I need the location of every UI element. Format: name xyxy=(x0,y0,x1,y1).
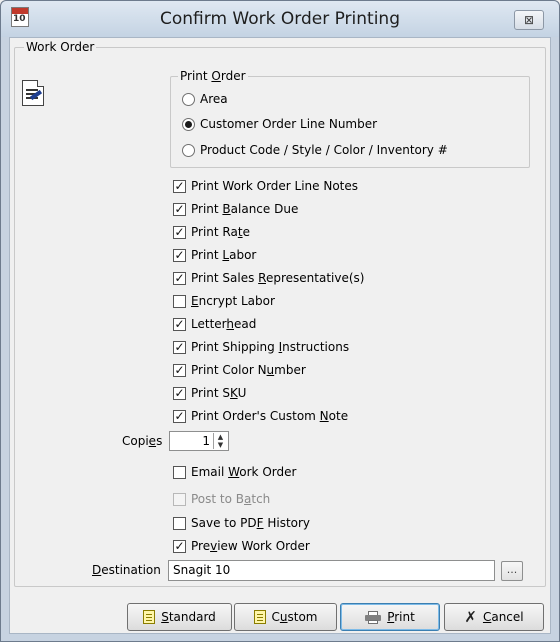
checkbox-letterhead[interactable]: ✓ Letterhead xyxy=(173,315,256,333)
checkbox-label: Print Color Number xyxy=(191,363,306,377)
checkbox-print-labor[interactable]: ✓ Print Labor xyxy=(173,246,256,264)
cancel-button-label: Cancel xyxy=(482,610,524,624)
document-icon xyxy=(253,610,266,624)
checkbox-preview-work-order[interactable]: ✓ Preview Work Order xyxy=(173,537,310,555)
radio-button-selected[interactable] xyxy=(182,117,195,131)
checkbox-label: Email Work Order xyxy=(191,465,297,479)
copies-label: Copies xyxy=(122,434,163,448)
print-order-option-product-code[interactable]: Product Code / Style / Color / Inventory… xyxy=(182,141,448,159)
checkbox-box[interactable] xyxy=(173,465,186,479)
checkbox-label: Print Balance Due xyxy=(191,202,299,216)
standard-button-label: Standard xyxy=(161,610,216,624)
checkbox-print-order-custom-note[interactable]: ✓ Print Order's Custom Note xyxy=(173,407,348,425)
checkbox-label: Post to Batch xyxy=(191,492,271,506)
checkbox-print-balance-due[interactable]: ✓ Print Balance Due xyxy=(173,200,298,218)
checkbox-label: Preview Work Order xyxy=(191,539,310,553)
checkbox-box[interactable]: ✓ xyxy=(173,317,186,331)
checkbox-email-work-order[interactable]: Email Work Order xyxy=(173,463,296,481)
checkbox-encrypt-labor[interactable]: Encrypt Labor xyxy=(173,292,275,310)
custom-button[interactable]: Custom xyxy=(234,603,337,631)
work-order-group-label: Work Order xyxy=(24,40,97,54)
checkbox-box[interactable]: ✓ xyxy=(173,202,186,216)
print-order-option-area[interactable]: Area xyxy=(182,90,228,108)
checkbox-label: Print Work Order Line Notes xyxy=(191,179,359,193)
document-icon xyxy=(143,610,156,624)
checkbox-label: Print SKU xyxy=(191,386,247,400)
checkbox-label: Print Labor xyxy=(191,248,257,262)
checkbox-label: Save to PDF History xyxy=(191,516,311,530)
checkbox-box[interactable]: ✓ xyxy=(173,179,186,193)
radio-label: Customer Order Line Number xyxy=(200,117,378,131)
copies-spin-buttons[interactable]: ▲ ▼ xyxy=(213,433,227,449)
print-button-label: Print xyxy=(387,610,415,624)
checkbox-label: Letterhead xyxy=(191,317,257,331)
checkbox-box[interactable]: ✓ xyxy=(173,539,186,553)
print-order-group-label: Print Order xyxy=(178,69,248,83)
checkbox-print-shipping-instructions[interactable]: ✓ Print Shipping Instructions xyxy=(173,338,349,356)
checkbox-print-color-number[interactable]: ✓ Print Color Number xyxy=(173,361,306,379)
destination-label: Destination xyxy=(92,563,161,577)
copies-stepper[interactable]: 1 ▲ ▼ xyxy=(169,431,229,451)
standard-button[interactable]: Standard xyxy=(127,603,232,631)
work-order-document-icon xyxy=(22,80,44,106)
spin-up-icon[interactable]: ▲ xyxy=(214,433,227,441)
checkbox-box-disabled xyxy=(173,492,186,506)
checkbox-label: Print Sales Representative(s) xyxy=(191,271,365,285)
print-button[interactable]: Print xyxy=(340,603,440,631)
radio-label: Area xyxy=(200,92,228,106)
destination-field[interactable]: Snagit 10 xyxy=(168,560,495,581)
radio-label: Product Code / Style / Color / Inventory… xyxy=(200,143,448,157)
checkbox-box[interactable]: ✓ xyxy=(173,225,186,239)
checkbox-label: Print Rate xyxy=(191,225,250,239)
printer-icon xyxy=(365,610,382,624)
dialog-title: Confirm Work Order Printing xyxy=(160,9,400,29)
checkbox-label: Print Shipping Instructions xyxy=(191,340,350,354)
checkbox-post-to-batch: Post to Batch xyxy=(173,490,270,508)
checkbox-box[interactable]: ✓ xyxy=(173,248,186,262)
print-order-option-customer-order-line[interactable]: Customer Order Line Number xyxy=(182,115,377,133)
checkbox-save-to-pdf-history[interactable]: Save to PDF History xyxy=(173,514,310,532)
checkbox-box[interactable]: ✓ xyxy=(173,271,186,285)
close-button[interactable]: ⊠ xyxy=(514,10,544,30)
close-x-icon: ✗ xyxy=(464,608,477,626)
close-icon: ⊠ xyxy=(523,13,535,27)
cancel-button[interactable]: ✗ Cancel xyxy=(444,603,544,631)
spin-down-icon[interactable]: ▼ xyxy=(214,441,227,449)
destination-browse-button[interactable]: ... xyxy=(501,561,523,581)
checkbox-box[interactable]: ✓ xyxy=(173,340,186,354)
copies-value: 1 xyxy=(202,434,210,448)
checkbox-box[interactable]: ✓ xyxy=(173,386,186,400)
checkbox-label: Print Order's Custom Note xyxy=(191,409,349,423)
checkbox-box[interactable]: ✓ xyxy=(173,409,186,423)
custom-button-label: Custom xyxy=(271,610,318,624)
checkbox-box[interactable] xyxy=(173,516,186,530)
checkbox-box[interactable]: ✓ xyxy=(173,363,186,377)
checkbox-print-rate[interactable]: ✓ Print Rate xyxy=(173,223,250,241)
title-bar[interactable]: 10 Confirm Work Order Printing ⊠ xyxy=(1,1,559,37)
checkbox-label: Encrypt Labor xyxy=(191,294,275,308)
dialog-window: 10 Confirm Work Order Printing ⊠ Work Or… xyxy=(0,0,560,642)
checkbox-box[interactable] xyxy=(173,294,186,308)
radio-button[interactable] xyxy=(182,92,195,106)
dialog-client-area: Work Order Print Order Area Customer Ord… xyxy=(9,37,551,634)
radio-button[interactable] xyxy=(182,143,195,157)
checkbox-print-sales-representatives[interactable]: ✓ Print Sales Representative(s) xyxy=(173,269,364,287)
checkbox-print-sku[interactable]: ✓ Print SKU xyxy=(173,384,246,402)
checkbox-print-work-order-line-notes[interactable]: ✓ Print Work Order Line Notes xyxy=(173,177,358,195)
